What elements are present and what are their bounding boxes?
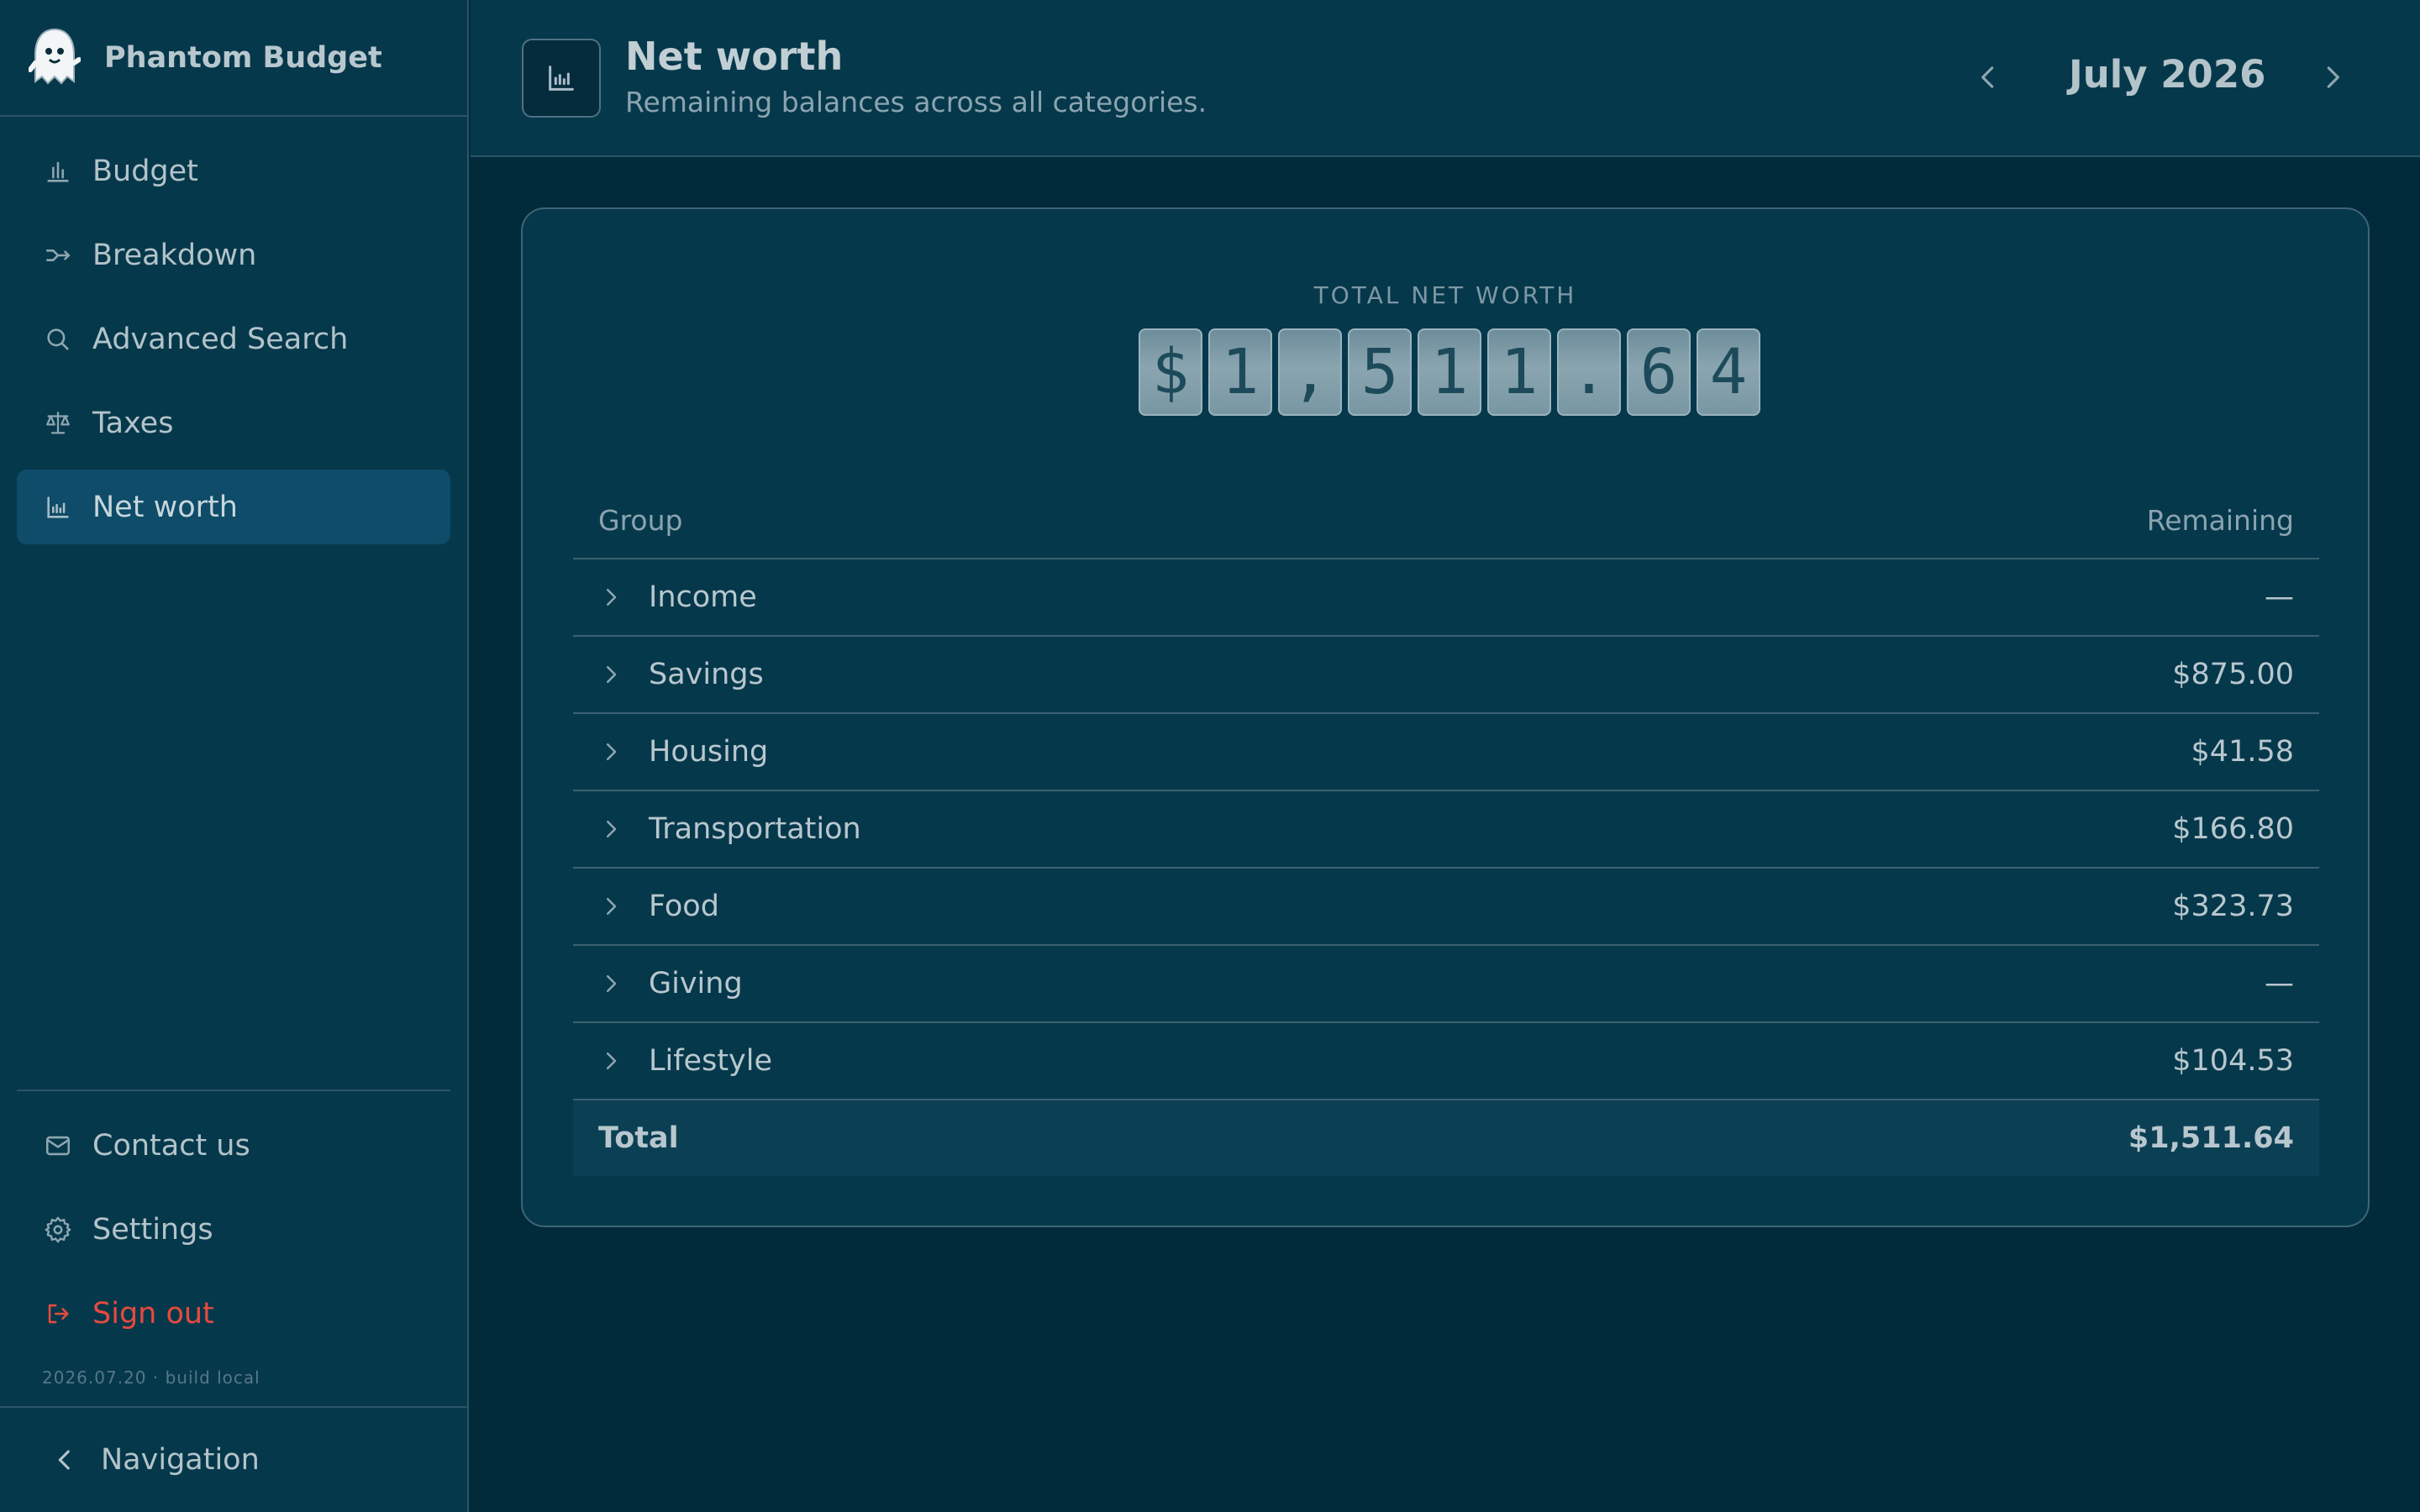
column-header-remaining: Remaining xyxy=(2146,503,2294,537)
group-remaining: $104.53 xyxy=(2172,1044,2294,1078)
app-name: Phantom Budget xyxy=(104,40,382,75)
chevron-left-icon xyxy=(58,1450,70,1470)
table-row[interactable]: Income — xyxy=(573,559,2319,637)
net-worth-odometer: $1, 5 1 1. 6 4 xyxy=(1139,328,1760,416)
odometer-digit: . xyxy=(1557,328,1621,416)
sidebar-item-budget[interactable]: Budget xyxy=(17,134,450,208)
row-group: Savings xyxy=(598,658,764,691)
scale-icon xyxy=(42,407,74,439)
row-group: Transportation xyxy=(598,812,861,846)
chevron-right-icon[interactable] xyxy=(598,585,623,610)
sidebar-item-label: Advanced Search xyxy=(92,322,349,356)
table-body: Income — Savings $875.00 Housing $41.58 Transp… xyxy=(573,559,2319,1100)
group-name: Savings xyxy=(649,658,764,691)
group-name: Income xyxy=(649,580,757,614)
table-row[interactable]: Giving — xyxy=(573,946,2319,1023)
chevron-right-icon[interactable] xyxy=(598,894,623,919)
groups-table: Group Remaining Income — Savings $875.00 Hou… xyxy=(573,482,2319,1176)
odometer-digit: $ xyxy=(1139,328,1202,416)
sidebar-item-taxes[interactable]: Taxes xyxy=(17,386,450,460)
page-header: Net worth Remaining balances across all … xyxy=(471,0,2420,157)
sidebar-item-breakdown[interactable]: Breakdown xyxy=(17,218,450,292)
odometer-digit: 1 xyxy=(1418,328,1481,416)
column-header-group: Group xyxy=(598,503,683,537)
row-group: Income xyxy=(598,580,757,614)
row-group: Giving xyxy=(598,967,743,1000)
chevron-right-icon[interactable] xyxy=(598,662,623,687)
ghost-logo-icon xyxy=(29,28,81,84)
sidebar-item-label: Sign out xyxy=(92,1296,214,1331)
sidebar-item-net-worth[interactable]: Net worth xyxy=(17,470,450,544)
table-row[interactable]: Food $323.73 xyxy=(573,869,2319,946)
sidebar-item-contact[interactable]: Contact us xyxy=(17,1108,450,1183)
sidebar-item-label: Taxes xyxy=(92,406,174,440)
previous-month-button[interactable] xyxy=(1963,52,2013,102)
sidebar-item-label: Budget xyxy=(92,154,198,188)
table-row[interactable]: Lifestyle $104.53 xyxy=(573,1023,2319,1100)
group-name: Food xyxy=(649,890,719,923)
line-chart-icon xyxy=(42,491,74,523)
next-month-button[interactable] xyxy=(2307,52,2358,102)
search-icon xyxy=(42,323,74,355)
page-icon xyxy=(522,39,601,118)
sign-out-icon xyxy=(42,1298,74,1330)
brand[interactable]: Phantom Budget xyxy=(0,0,467,117)
group-remaining: $875.00 xyxy=(2172,658,2294,691)
group-name: Giving xyxy=(649,967,743,1000)
group-remaining: $41.58 xyxy=(2191,735,2294,769)
group-remaining: $166.80 xyxy=(2172,812,2294,846)
table-row[interactable]: Transportation $166.80 xyxy=(573,791,2319,869)
page-title: Net worth xyxy=(625,34,844,79)
navigation-toggle[interactable]: Navigation xyxy=(0,1406,467,1512)
chevron-right-icon[interactable] xyxy=(598,971,623,996)
group-remaining: $323.73 xyxy=(2172,890,2294,923)
main-nav: Budget Breakdown Advanced Search Taxes N… xyxy=(0,117,467,544)
group-name: Transportation xyxy=(649,812,861,846)
sidebar-item-settings[interactable]: Settings xyxy=(17,1192,450,1267)
odometer-digit: , xyxy=(1278,328,1342,416)
line-chart-icon xyxy=(549,66,574,91)
split-icon xyxy=(42,239,74,271)
odometer-digit: 4 xyxy=(1697,328,1760,416)
sidebar-item-label: Contact us xyxy=(92,1128,250,1163)
build-info: 2026.07.20 · build local xyxy=(42,1368,260,1388)
bar-chart-icon xyxy=(42,155,74,187)
row-group: Lifestyle xyxy=(598,1044,772,1078)
table-header: Group Remaining xyxy=(573,482,2319,559)
chevron-right-icon[interactable] xyxy=(598,816,623,842)
group-remaining: — xyxy=(2265,967,2294,1000)
row-group: Food xyxy=(598,890,719,923)
group-name: Lifestyle xyxy=(649,1044,773,1078)
total-row: Total $1,511.64 xyxy=(573,1100,2319,1176)
mail-icon xyxy=(42,1130,74,1162)
group-remaining: — xyxy=(2265,580,2294,614)
odometer-digit: 1 xyxy=(1487,328,1551,416)
table-row[interactable]: Housing $41.58 xyxy=(573,714,2319,791)
sidebar-item-advanced-search[interactable]: Advanced Search xyxy=(17,302,450,376)
navigation-label: Navigation xyxy=(101,1443,260,1477)
net-worth-card: TOTAL NET WORTH $1, 5 1 1. 6 4 Group Remainin… xyxy=(521,207,2370,1227)
sidebar-item-label: Breakdown xyxy=(92,238,257,272)
chevron-right-icon xyxy=(2327,66,2339,88)
odometer-digit: 1 xyxy=(1208,328,1272,416)
month-label: July 2026 xyxy=(2069,52,2266,97)
total-net-worth-label: TOTAL NET WORTH xyxy=(1313,281,1577,309)
group-name: Housing xyxy=(649,735,769,769)
page-subtitle: Remaining balances across all categories… xyxy=(625,86,1207,118)
chevron-left-icon xyxy=(1981,66,1994,88)
chevron-right-icon[interactable] xyxy=(598,1048,623,1074)
gear-icon xyxy=(42,1214,74,1246)
total-value: $1,511.64 xyxy=(2128,1121,2294,1155)
sidebar: Phantom Budget Budget Breakdown Advanced… xyxy=(0,0,469,1512)
secondary-nav: Contact us Settings Sign out xyxy=(17,1089,450,1360)
sidebar-item-label: Net worth xyxy=(92,490,238,524)
sidebar-item-sign-out[interactable]: Sign out xyxy=(17,1276,450,1351)
total-label: Total xyxy=(598,1121,679,1155)
row-group: Housing xyxy=(598,735,768,769)
table-row[interactable]: Savings $875.00 xyxy=(573,637,2319,714)
sidebar-item-label: Settings xyxy=(92,1212,213,1247)
odometer-digit: 6 xyxy=(1627,328,1691,416)
odometer-digit: 5 xyxy=(1348,328,1412,416)
chevron-right-icon[interactable] xyxy=(598,739,623,764)
